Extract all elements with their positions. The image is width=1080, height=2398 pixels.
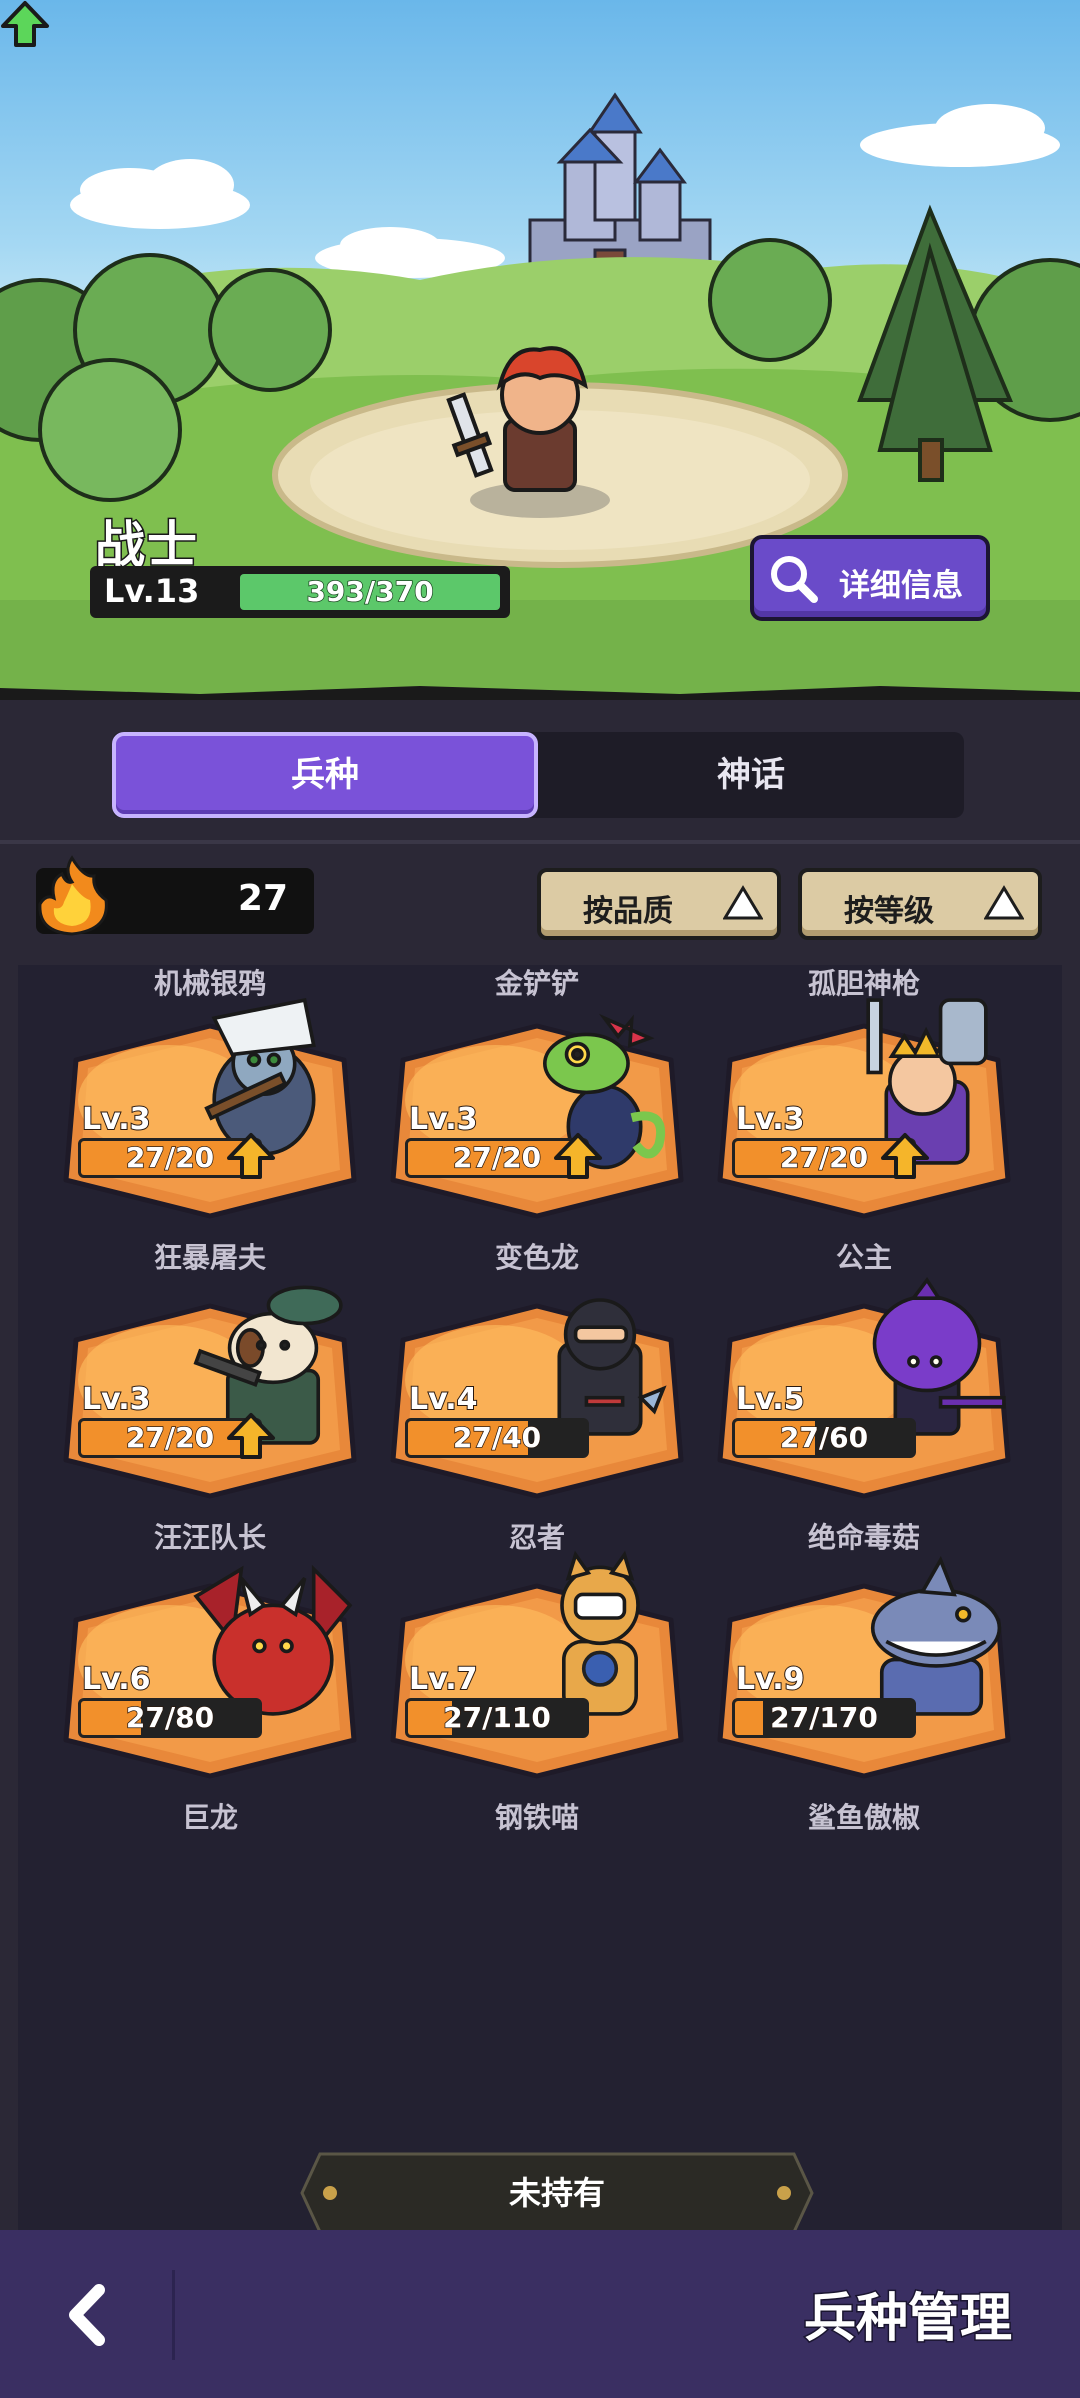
unowned-label: 未持有 [508, 2174, 605, 2212]
magnifier-icon [771, 556, 818, 603]
hero-level-bar: Lv.13 393/370 [90, 566, 510, 618]
unit-level: Lv.3 [81, 1381, 151, 1418]
unit-card[interactable]: Lv.9 27/170 [712, 1555, 1016, 1780]
unit-level: Lv.5 [735, 1381, 805, 1418]
bottom-bar: 兵种管理 [0, 2230, 1080, 2398]
upgrade-arrow-icon[interactable] [880, 1132, 930, 1180]
unit-level: Lv.9 [735, 1661, 805, 1698]
unit-card[interactable]: Lv.3 27/20 [58, 997, 362, 1220]
unit-name: 鲨鱼傲椒 [807, 1801, 920, 1834]
hero-level: Lv.13 [104, 572, 200, 610]
unit-progress-bar: 27/80 [78, 1698, 262, 1738]
unit-progress-bar: 27/170 [732, 1698, 916, 1738]
tab-myth[interactable]: 神话 [538, 732, 964, 818]
tab-bar: 兵种 神话 [112, 732, 964, 818]
sort-by-quality-button[interactable]: 按品质 [537, 868, 781, 940]
unit-level: Lv.4 [408, 1381, 478, 1418]
triangle-up-icon [723, 885, 763, 920]
battle-scene: 战士 Lv.13 393/370 详细信息 [0, 0, 1080, 700]
fire-resource: 27 [36, 855, 314, 936]
unit-card[interactable]: Lv.4 27/40 [385, 1298, 689, 1500]
unit-progress-bar: 27/60 [732, 1418, 916, 1458]
tab-units[interactable]: 兵种 [112, 732, 538, 818]
detail-info-label: 详细信息 [839, 568, 963, 604]
upgrade-arrow-icon[interactable] [226, 1132, 276, 1180]
unit-level: Lv.7 [408, 1661, 478, 1698]
page-title: 兵种管理 [802, 2288, 1013, 2351]
xp-text: 393/370 [306, 574, 435, 609]
unit-progress-text: 27/80 [125, 1701, 215, 1735]
xp-track: 393/370 [240, 574, 500, 610]
unit-card[interactable]: Lv.6 27/80 [58, 1564, 362, 1780]
level-up-arrow-icon[interactable] [0, 0, 50, 48]
unit-level: Lv.3 [408, 1101, 478, 1138]
unit-card[interactable]: Lv.5 27/60 [712, 1276, 1016, 1500]
chevron-left-icon[interactable] [55, 2280, 125, 2350]
unit-level: Lv.6 [81, 1661, 151, 1698]
fire-count: 27 [237, 878, 288, 919]
upgrade-arrow-icon[interactable] [553, 1132, 603, 1180]
triangle-up-icon [984, 885, 1024, 920]
unit-level: Lv.3 [81, 1101, 151, 1138]
unit-progress-text: 27/40 [452, 1421, 542, 1455]
fire-icon [38, 855, 108, 936]
unit-progress-text: 27/110 [442, 1701, 551, 1735]
sort-by-level-button[interactable]: 按等级 [798, 868, 1042, 940]
unit-name: 钢铁喵 [494, 1801, 579, 1834]
unit-panel: 兵种 神话 27 按品质 按等级 机械银鸦 金铲铲 孤胆神枪 未持有 Lv.3 … [0, 700, 1080, 2230]
unit-card[interactable]: Lv.3 27/20 [385, 1013, 689, 1220]
unit-progress-text: 27/60 [779, 1421, 869, 1455]
bottom-divider [172, 2270, 175, 2360]
unit-card[interactable]: Lv.7 27/110 [385, 1550, 689, 1780]
unowned-divider: 未持有 [300, 2152, 814, 2230]
unit-card[interactable]: Lv.3 27/20 [712, 998, 1016, 1220]
divider [0, 840, 1080, 844]
sort-level-label: 按等级 [844, 894, 934, 929]
unit-name: 巨龙 [181, 1801, 238, 1834]
unit-progress-bar: 27/40 [405, 1418, 589, 1458]
unit-level: Lv.3 [735, 1101, 805, 1138]
unit-progress-text: 27/170 [769, 1701, 878, 1735]
upgrade-arrow-icon[interactable] [226, 1412, 276, 1460]
detail-info-button[interactable]: 详细信息 [750, 535, 990, 621]
unit-list[interactable]: 机械银鸦 金铲铲 孤胆神枪 未持有 Lv.3 27/20 狂暴屠夫 Lv.3 27/20… [18, 965, 1062, 2230]
unit-progress-bar: 27/110 [405, 1698, 589, 1738]
unit-card[interactable]: Lv.3 27/20 [58, 1285, 362, 1500]
sort-quality-label: 按品质 [583, 894, 673, 929]
